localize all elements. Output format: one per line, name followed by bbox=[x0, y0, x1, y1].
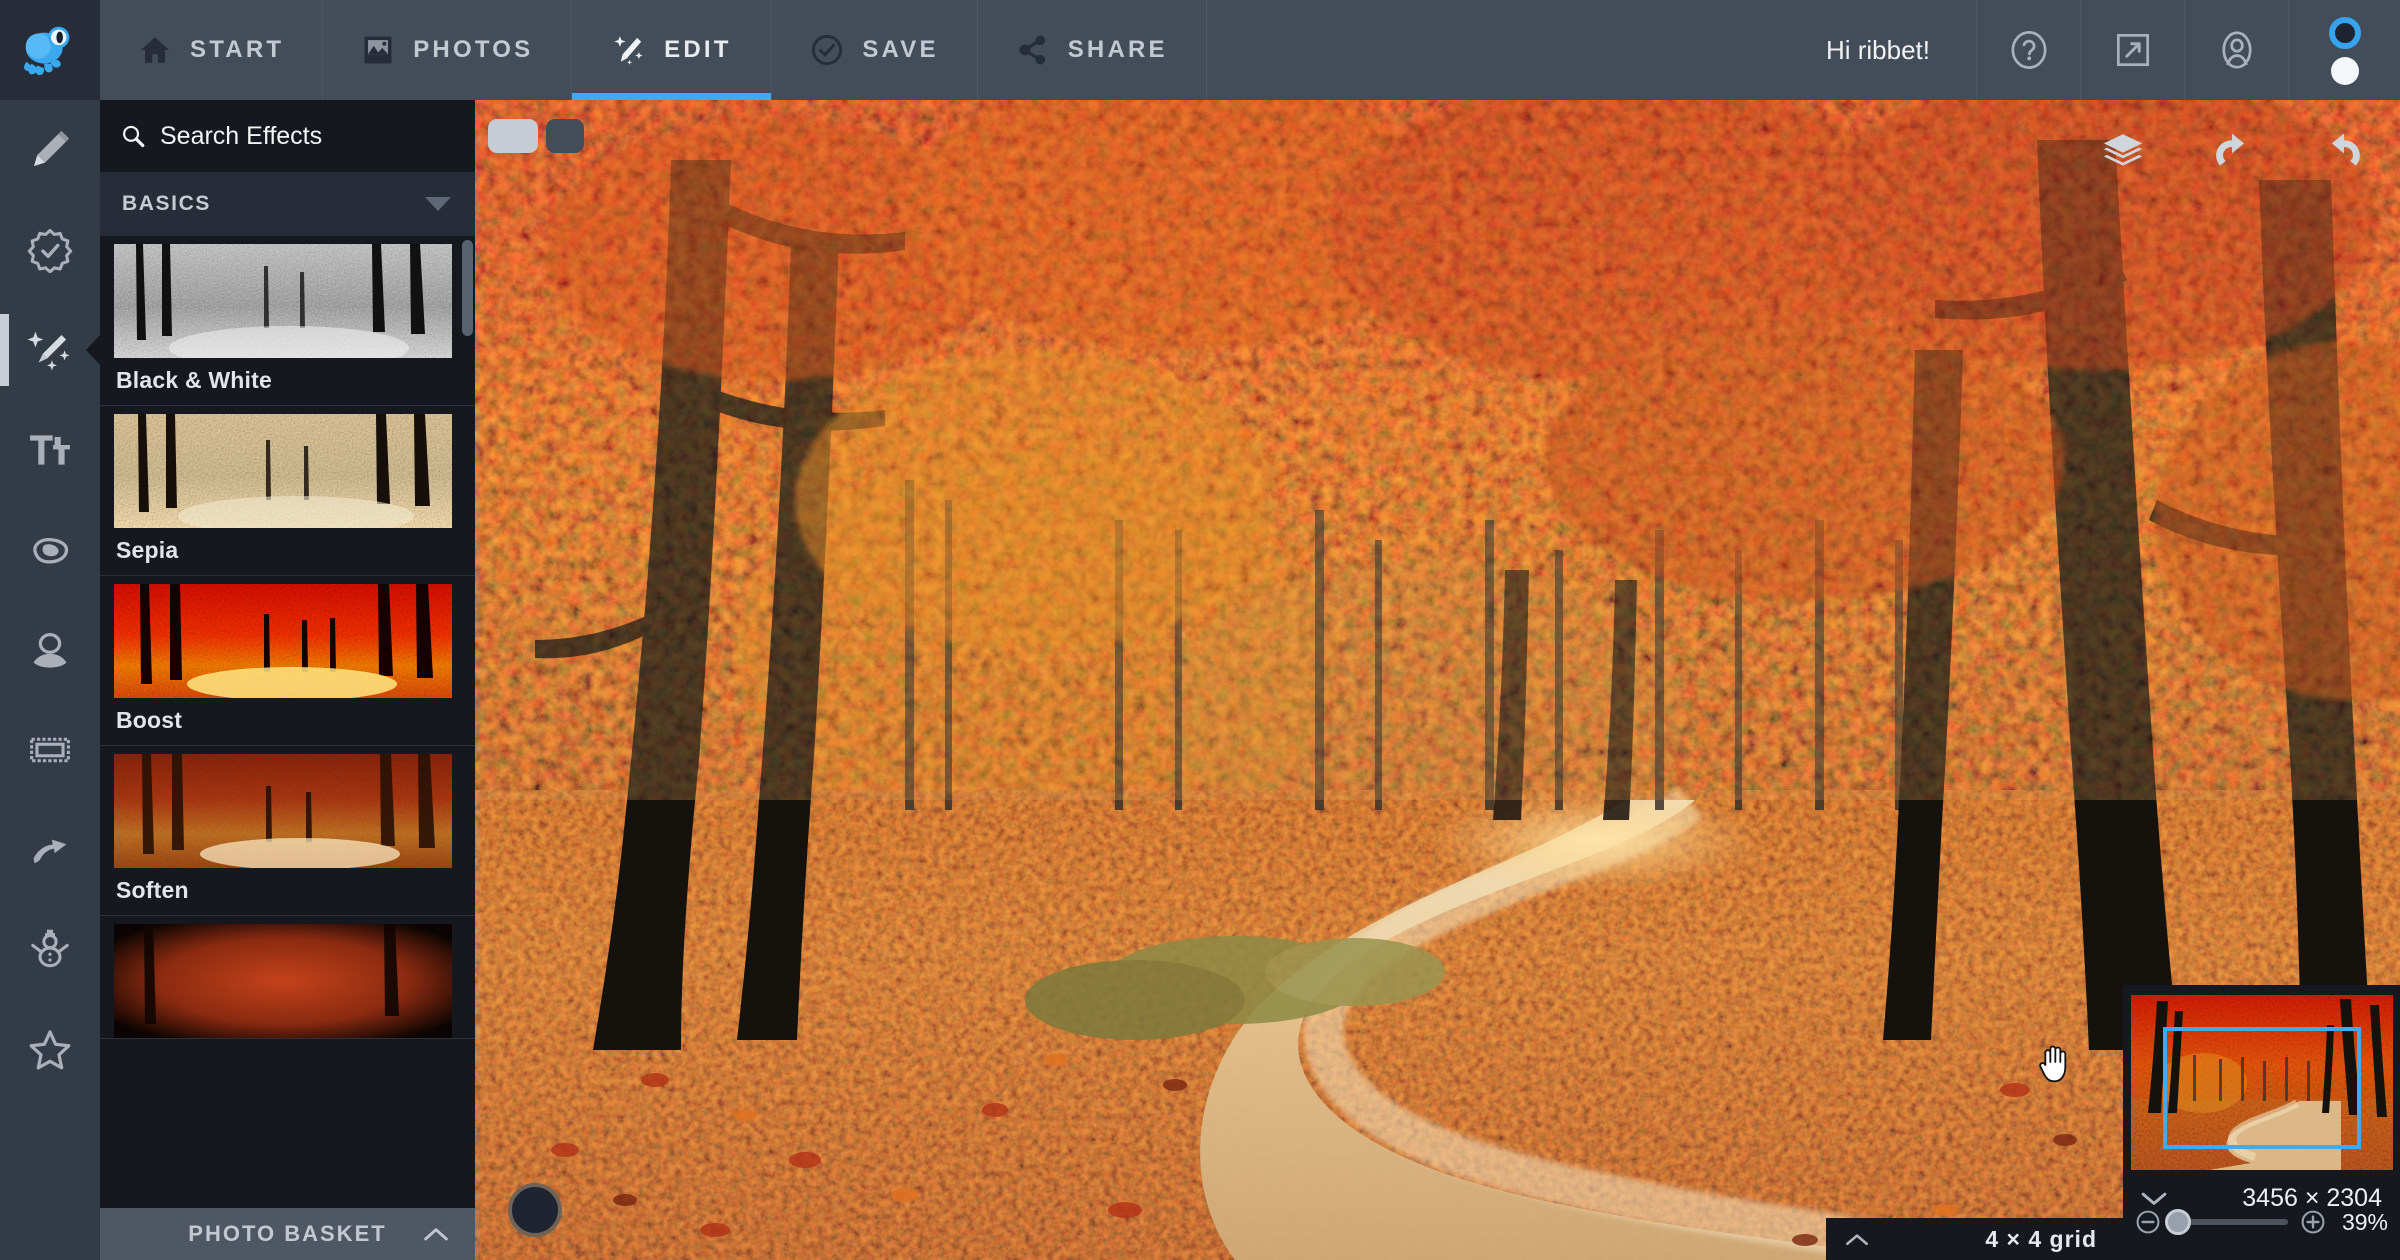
chevron-down-icon bbox=[425, 197, 451, 211]
nav-tab-share[interactable]: SHARE bbox=[978, 0, 1207, 100]
photo-basket-bar[interactable]: PHOTO BASKET bbox=[100, 1208, 475, 1260]
sidebar-item-textures[interactable] bbox=[0, 500, 100, 600]
sidebar-item-touch-up[interactable] bbox=[0, 200, 100, 300]
nav-tab-photos[interactable]: PHOTOS bbox=[323, 0, 573, 100]
search-row bbox=[100, 100, 584, 172]
zoom-out-icon[interactable] bbox=[2135, 1209, 2161, 1235]
edited-photo bbox=[475, 100, 2400, 1260]
sidebar-item-themes[interactable] bbox=[0, 800, 100, 900]
user-greeting: Hi ribbet! bbox=[1825, 34, 1930, 65]
section-title: BASICS bbox=[122, 192, 211, 215]
effect-item-soften[interactable]: Soften bbox=[100, 746, 475, 916]
grid-bar[interactable]: 4 × 4 grid bbox=[1826, 1218, 2123, 1260]
effect-thumbnail bbox=[114, 584, 452, 698]
scrollbar-thumb[interactable] bbox=[462, 240, 473, 336]
sidebar-item-effects[interactable] bbox=[0, 300, 101, 400]
share-nodes-icon bbox=[1019, 35, 1045, 65]
effect-item-black-and-white[interactable]: Black & White bbox=[100, 236, 475, 406]
avatar-ring bbox=[2328, 17, 2361, 49]
effect-thumbnail bbox=[114, 924, 452, 1038]
sidebar-item-frames[interactable] bbox=[0, 700, 100, 800]
effects-list[interactable]: Black & White Sepia Boost Soften bbox=[100, 236, 475, 1208]
help-button[interactable] bbox=[1976, 0, 2080, 100]
chevron-up-icon bbox=[424, 1228, 448, 1241]
frame-icon bbox=[30, 737, 70, 763]
effect-thumbnail bbox=[114, 244, 452, 358]
nav-tab-label: START bbox=[190, 36, 285, 63]
pencil-icon bbox=[33, 130, 70, 167]
portrait-icon bbox=[33, 633, 67, 668]
zoom-slider-handle[interactable] bbox=[2164, 1209, 2191, 1235]
nav-tab-edit[interactable]: EDIT bbox=[572, 0, 773, 100]
zoom-percentage: 39% bbox=[2341, 1208, 2388, 1235]
zoom-controls: 39% bbox=[2123, 1202, 2400, 1242]
rotate-knob[interactable] bbox=[508, 1183, 562, 1237]
account-icon bbox=[2221, 31, 2252, 69]
top-bar: START PHOTOS EDIT SAVE SHARE Hi ribbet! bbox=[0, 0, 2400, 100]
account-button[interactable] bbox=[2184, 0, 2288, 100]
avatar-button[interactable] bbox=[2288, 0, 2400, 100]
nav-tab-label: SHARE bbox=[1067, 36, 1168, 63]
nav-tab-save[interactable]: SAVE bbox=[772, 0, 978, 100]
photo-icon bbox=[364, 36, 392, 64]
effect-thumbnail bbox=[114, 414, 452, 528]
effect-item-boost[interactable]: Boost bbox=[100, 576, 475, 746]
snowman-icon bbox=[31, 929, 69, 968]
effect-thumbnail bbox=[114, 754, 452, 868]
frog-logo-icon bbox=[24, 26, 70, 76]
app-logo[interactable] bbox=[0, 0, 100, 100]
effect-label: Sepia bbox=[116, 537, 179, 563]
avatar-body bbox=[2330, 57, 2359, 85]
search-icon bbox=[123, 125, 145, 148]
effects-panel: BASICS bbox=[100, 100, 584, 1260]
navigator-panel: 3456 × 2304 39% bbox=[2123, 985, 2400, 1260]
layers-icon[interactable] bbox=[2100, 130, 2146, 176]
grid-label: 4 × 4 grid bbox=[1985, 1225, 2097, 1252]
star-icon bbox=[29, 1030, 71, 1070]
zoom-in-icon[interactable] bbox=[2300, 1209, 2326, 1235]
sidebar-item-favorites[interactable] bbox=[0, 1000, 100, 1100]
ribbon-icon bbox=[33, 839, 67, 864]
effect-label: Black & White bbox=[116, 367, 272, 393]
view-toggle-grid[interactable] bbox=[488, 119, 538, 153]
magic-wand-icon bbox=[27, 331, 70, 371]
sidebar-item-seasonal[interactable] bbox=[0, 900, 100, 1000]
redo-icon[interactable] bbox=[2320, 130, 2366, 176]
effect-label: Soften bbox=[116, 877, 189, 903]
badge-check-icon bbox=[27, 228, 73, 273]
undo-icon[interactable] bbox=[2210, 130, 2256, 176]
nav-tab-label: PHOTOS bbox=[413, 36, 534, 63]
navigator-viewport-rect[interactable] bbox=[2163, 1027, 2361, 1149]
home-icon bbox=[140, 37, 170, 63]
canvas-tools bbox=[2100, 130, 2366, 176]
check-circle-icon bbox=[812, 34, 843, 66]
tool-rail bbox=[0, 100, 101, 1260]
blob-icon bbox=[33, 538, 69, 564]
panel-scrollbar[interactable] bbox=[462, 236, 473, 1208]
section-header-basics[interactable]: BASICS bbox=[100, 172, 475, 236]
nav-tab-label: EDIT bbox=[664, 36, 732, 63]
effect-label: Boost bbox=[116, 707, 183, 733]
chevron-up-icon bbox=[1846, 1233, 1868, 1245]
effect-item-sepia[interactable]: Sepia bbox=[100, 406, 475, 576]
nav-tab-start[interactable]: START bbox=[100, 0, 324, 100]
sidebar-item-overlays[interactable] bbox=[0, 600, 100, 700]
sidebar-item-text[interactable] bbox=[0, 400, 100, 500]
zoom-slider[interactable] bbox=[2164, 1209, 2288, 1235]
effect-item-partial[interactable] bbox=[100, 916, 475, 1039]
image-canvas[interactable]: 4 × 4 grid bbox=[475, 100, 2400, 1260]
photo-basket-label: PHOTO BASKET bbox=[188, 1221, 387, 1246]
sidebar-item-basic-edits[interactable] bbox=[0, 100, 100, 200]
avatar bbox=[2325, 17, 2365, 85]
search-input[interactable] bbox=[146, 121, 482, 151]
fullscreen-button[interactable] bbox=[2080, 0, 2184, 100]
fullscreen-icon bbox=[2116, 33, 2149, 67]
text-tt-icon bbox=[30, 435, 70, 465]
magic-wand-icon bbox=[614, 36, 643, 65]
nav-tab-label: SAVE bbox=[862, 36, 939, 63]
view-toggle-list[interactable] bbox=[546, 119, 584, 153]
help-icon bbox=[2010, 31, 2047, 69]
